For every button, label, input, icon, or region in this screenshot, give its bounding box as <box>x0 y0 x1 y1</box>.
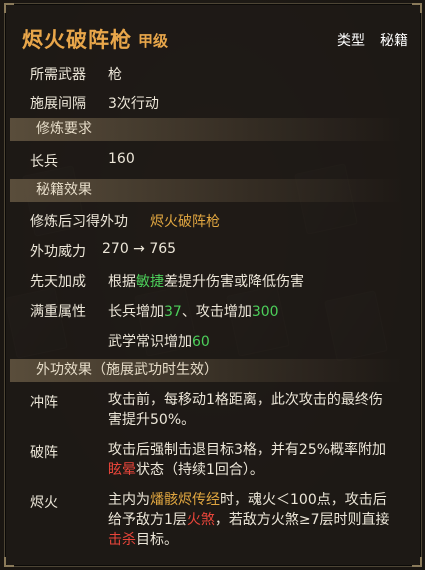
full-weight-text: 武学常识增加 <box>108 334 192 350</box>
stun-keyword: 眩晕 <box>108 462 136 478</box>
section-training-requirements: 修炼要求 <box>10 118 402 141</box>
effect-charge-label: 冲阵 <box>30 395 58 411</box>
innate-bonus-post: 差提升伤害或降低伤害 <box>164 274 304 290</box>
effect-ember-label: 烬火 <box>30 495 58 511</box>
effect-ember-line: 击杀目标。 <box>108 532 178 548</box>
cast-interval-value: 3次行动 <box>108 96 159 112</box>
full-weight-number: 300 <box>251 304 279 320</box>
skill-power-value: 270 → 765 <box>102 241 177 257</box>
required-weapon-label: 所需武器 <box>30 67 86 83</box>
full-weight-number: 60 <box>192 334 210 350</box>
full-weight-text: 、攻击增加 <box>181 304 252 320</box>
full-weight-text: 长兵增加 <box>108 304 164 320</box>
innate-bonus-label: 先天加成 <box>30 274 86 290</box>
innate-bonus-pre: 根据 <box>108 274 136 290</box>
inner-art-keyword: 燔骸烬传经 <box>150 492 220 508</box>
item-grade: 甲级 <box>138 32 169 50</box>
effect-charge-line: 攻击前，每移动1格距离，此次攻击的最终伤 <box>108 392 383 408</box>
item-title: 烬火破阵枪 <box>22 28 132 52</box>
learned-skill-name: 烬火破阵枪 <box>150 214 220 230</box>
training-skill-label: 长兵 <box>30 154 58 170</box>
tooltip-header: 烬火破阵枪 甲级 类型 秘籍 <box>22 22 411 56</box>
effect-break-label: 破阵 <box>30 445 58 461</box>
effect-ember-line: 主内为燔骸烬传经时，魂火＜100点，攻击后 <box>108 492 387 508</box>
innate-bonus-attribute: 敏捷 <box>136 274 164 290</box>
fire-sha-keyword: 火煞 <box>186 512 215 528</box>
effect-charge-line: 害提升50%。 <box>108 412 196 428</box>
effect-break-line: 攻击后强制击退目标3格，并有25%概率附加 <box>108 442 387 458</box>
skill-power-label: 外功威力 <box>30 244 86 260</box>
section-external-effects: 外功效果（施展武功时生效） <box>10 359 402 382</box>
learned-skill-prefix: 修炼后习得外功 <box>30 214 128 230</box>
effect-charge-text: 攻击前，每移动1格距离，此次攻击的最终伤 害提升50%。 <box>108 390 408 430</box>
full-weight-number: 37 <box>164 304 182 320</box>
type-value: 秘籍 <box>380 33 408 49</box>
training-skill-value: 160 <box>108 151 135 167</box>
effect-break-text: 攻击后强制击退目标3格，并有25%概率附加 眩晕状态（持续1回合）。 <box>108 440 408 480</box>
effect-ember-line: 给予敌方1层火煞，若敌方火煞≥7层时则直接 <box>108 512 390 528</box>
effect-break-line: 眩晕状态（持续1回合）。 <box>108 462 264 478</box>
type-label: 类型 <box>337 33 365 49</box>
section-manual-effects: 秘籍效果 <box>10 179 402 202</box>
effect-ember-text: 主内为燔骸烬传经时，魂火＜100点，攻击后 给予敌方1层火煞，若敌方火煞≥7层时… <box>108 490 408 550</box>
full-weight-label: 满重属性 <box>30 304 86 320</box>
cast-interval-label: 施展间隔 <box>30 96 86 112</box>
required-weapon-value: 枪 <box>108 67 122 83</box>
kill-keyword: 击杀 <box>108 532 136 548</box>
